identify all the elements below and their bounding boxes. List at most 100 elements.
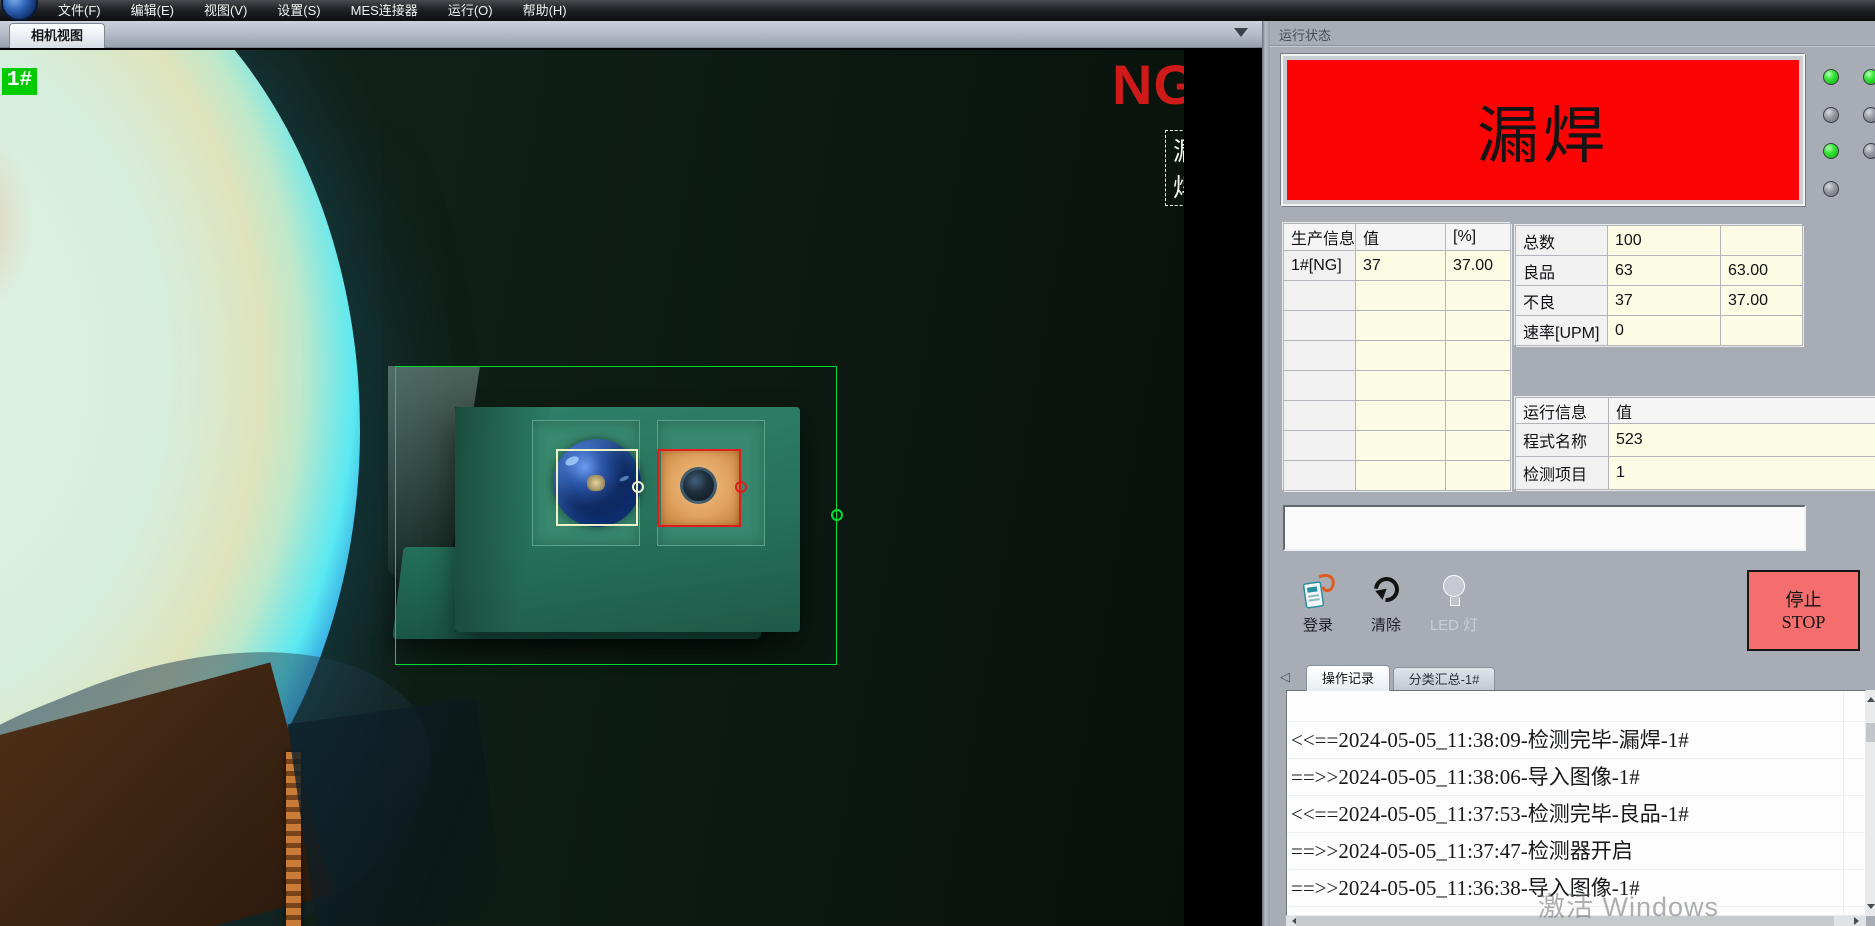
tab-camera-view[interactable]: 相机视图	[9, 23, 105, 48]
status-led	[1863, 69, 1875, 85]
row-percent: 37.00	[1446, 251, 1511, 281]
menu-mes-connector[interactable]: MES连接器	[341, 0, 428, 21]
panel-splitter[interactable]	[1262, 21, 1270, 926]
result-ng-text: NG	[1112, 52, 1184, 117]
row-label	[1284, 311, 1356, 341]
table-row: 良品6363.00	[1516, 256, 1803, 286]
row-value	[1356, 431, 1446, 461]
log-horizontal-scrollbar[interactable]	[1286, 916, 1866, 926]
table-row	[1284, 371, 1511, 401]
menu-settings[interactable]: 设置(S)	[267, 0, 330, 21]
table-row: 速率[UPM]0	[1516, 316, 1803, 346]
stat-value: 100	[1608, 226, 1721, 256]
log-entry: ==>>2024-05-05_11:37:47-检测器开启	[1287, 833, 1865, 870]
stat-value: 0	[1608, 316, 1721, 346]
log-spacer	[1287, 691, 1865, 722]
scroll-thumb[interactable]	[1296, 916, 1834, 926]
log-entry: <<==2024-05-05_11:37:53-检测完毕-良品-1#	[1287, 796, 1865, 833]
refresh-icon	[1369, 572, 1404, 607]
run-value: 523	[1609, 424, 1875, 457]
col-header: 运行信息	[1516, 398, 1609, 424]
row-percent	[1446, 401, 1511, 431]
row-label	[1284, 371, 1356, 401]
app-logo-icon[interactable]	[1, 0, 38, 21]
run-status-panel: 运行状态 漏焊 生产信息 值 [%] 1#[NG] 37 37.00	[1270, 21, 1875, 926]
table-row	[1284, 401, 1511, 431]
tab-operation-log[interactable]: 操作记录	[1306, 665, 1390, 691]
login-label: 登录	[1290, 614, 1346, 635]
stat-percent	[1721, 226, 1803, 256]
row-value: 37	[1356, 251, 1446, 281]
led-light-button[interactable]: LED 灯	[1422, 571, 1486, 637]
stat-label: 速率[UPM]	[1516, 316, 1608, 346]
row-label	[1284, 431, 1356, 461]
message-box[interactable]	[1283, 505, 1806, 551]
statistics-table: 总数100 良品6363.00 不良3737.00 速率[UPM]0	[1515, 225, 1803, 346]
led-label: LED 灯	[1422, 614, 1486, 635]
clear-button[interactable]: 清除	[1358, 571, 1414, 637]
camera-view-area: 1# NG 漏焊	[0, 48, 1262, 926]
col-header: 值	[1609, 398, 1875, 424]
roi-handle[interactable]	[831, 509, 843, 521]
col-header: [%]	[1446, 224, 1511, 251]
stat-percent: 63.00	[1721, 256, 1803, 286]
scroll-right-icon[interactable]	[1854, 917, 1863, 925]
menu-help[interactable]: 帮助(H)	[513, 0, 577, 21]
table-row	[1284, 311, 1511, 341]
run-label: 程式名称	[1516, 424, 1609, 457]
table-row: 程式名称523	[1516, 424, 1875, 457]
table-row: 不良3737.00	[1516, 286, 1803, 316]
row-label	[1284, 461, 1356, 491]
operation-log-list[interactable]: <<==2024-05-05_11:38:09-检测完毕-漏焊-1# ==>>2…	[1286, 690, 1866, 916]
tab-scroll-left-icon[interactable]: ◁	[1280, 669, 1290, 685]
row-percent	[1446, 281, 1511, 311]
row-value	[1356, 281, 1446, 311]
table-row	[1284, 431, 1511, 461]
row-percent	[1446, 311, 1511, 341]
bulb-icon	[1443, 575, 1465, 597]
menu-view[interactable]: 视图(V)	[194, 0, 257, 21]
menu-file[interactable]: 文件(F)	[48, 0, 111, 21]
roi-rectangle[interactable]	[395, 366, 837, 665]
row-label: 1#[NG]	[1284, 251, 1356, 281]
menu-run[interactable]: 运行(O)	[438, 0, 503, 21]
result-banner: 漏焊	[1287, 60, 1799, 200]
log-entry: ==>>2024-05-05_11:36:38-导入图像-1#	[1287, 870, 1865, 907]
login-button[interactable]: 登录	[1290, 571, 1346, 637]
log-vertical-scrollbar[interactable]	[1866, 690, 1875, 916]
stop-button[interactable]: 停止 STOP	[1747, 570, 1860, 651]
chevron-down-icon[interactable]	[1234, 28, 1248, 37]
run-label: 检测项目	[1516, 457, 1609, 490]
status-led	[1823, 107, 1839, 123]
stat-percent	[1721, 316, 1803, 346]
scroll-down-icon[interactable]	[1867, 904, 1875, 913]
row-value	[1356, 341, 1446, 371]
clear-label: 清除	[1358, 614, 1414, 635]
result-banner-frame: 漏焊	[1281, 54, 1805, 206]
row-value	[1356, 371, 1446, 401]
camera-id-badge: 1#	[2, 68, 37, 95]
status-led	[1823, 143, 1839, 159]
row-label	[1284, 401, 1356, 431]
row-value	[1356, 461, 1446, 491]
scroll-thumb[interactable]	[1866, 723, 1875, 742]
row-label	[1284, 341, 1356, 371]
stat-label: 不良	[1516, 286, 1608, 316]
status-led	[1823, 69, 1839, 85]
log-entry: ==>>2024-05-05_11:38:06-导入图像-1#	[1287, 759, 1865, 796]
table-row: 检测项目1	[1516, 457, 1875, 490]
panel-title: 运行状态	[1279, 25, 1331, 44]
scroll-up-icon[interactable]	[1867, 693, 1875, 702]
table-row	[1284, 461, 1511, 491]
stat-value: 37	[1608, 286, 1721, 316]
row-percent	[1446, 371, 1511, 401]
menu-edit[interactable]: 编辑(E)	[121, 0, 184, 21]
stat-label: 总数	[1516, 226, 1608, 256]
row-label	[1284, 281, 1356, 311]
camera-image: 1# NG 漏焊	[0, 50, 1184, 926]
app-window: 文件(F) 编辑(E) 视图(V) 设置(S) MES连接器 运行(O) 帮助(…	[0, 0, 1875, 926]
stop-label-en: STOP	[1782, 611, 1826, 633]
col-header: 生产信息	[1284, 224, 1356, 251]
row-percent	[1446, 461, 1511, 491]
row-percent	[1446, 431, 1511, 461]
